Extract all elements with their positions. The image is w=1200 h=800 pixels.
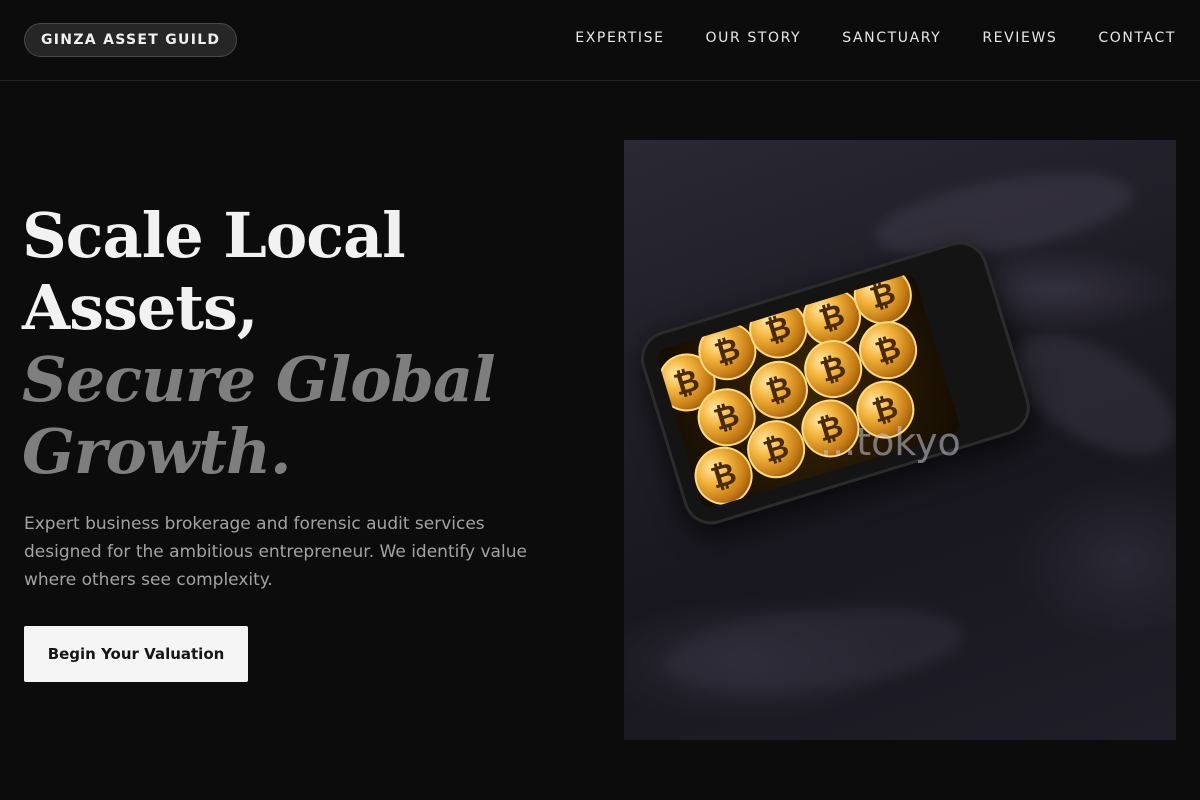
bitcoin-coin: ₿ <box>851 313 925 387</box>
nav-reviews[interactable]: REVIEWS <box>982 29 1057 47</box>
hero-title-accent-line-1: Secure Global <box>22 343 496 416</box>
nav-expertise[interactable]: EXPERTISE <box>575 29 664 47</box>
nav-our-story[interactable]: OUR STORY <box>706 29 802 47</box>
brand-logo[interactable]: GINZA ASSET GUILD <box>24 23 238 57</box>
nav-sanctuary[interactable]: SANCTUARY <box>842 29 941 47</box>
hero-description: Expert business brokerage and forensic a… <box>24 514 527 590</box>
phone-image: ₿ ₿ ₿ ₿ ₿ ₿ ₿ ₿ ₿ ₿ ₿ ₿ ₿ <box>634 234 1037 532</box>
begin-valuation-button[interactable]: Begin Your Valuation <box>24 626 248 682</box>
fabric-fold <box>660 594 968 706</box>
hero-title: Scale Local Assets, Secure Global Growth… <box>22 200 582 488</box>
image-watermark: ...tokyo <box>820 420 961 464</box>
main-nav: EXPERTISE OUR STORY SANCTUARY REVIEWS CO… <box>575 29 1176 47</box>
hero-title-line-1: Scale Local <box>22 199 406 272</box>
hero-title-line-2: Assets, <box>22 271 259 344</box>
phone-screen: ₿ ₿ ₿ ₿ ₿ ₿ ₿ ₿ ₿ ₿ ₿ ₿ ₿ <box>655 272 962 511</box>
nav-contact[interactable]: CONTACT <box>1098 29 1176 47</box>
hero-title-accent-line-2: Growth. <box>22 415 292 488</box>
site-header: GINZA ASSET GUILD EXPERTISE OUR STORY SA… <box>0 0 1200 81</box>
hero-image: ₿ ₿ ₿ ₿ ₿ ₿ ₿ ₿ ₿ ₿ ₿ ₿ ₿ ...tokyo <box>624 140 1176 740</box>
